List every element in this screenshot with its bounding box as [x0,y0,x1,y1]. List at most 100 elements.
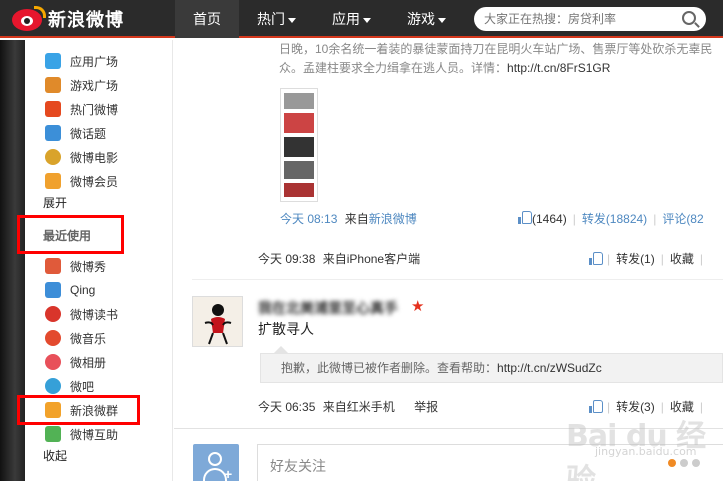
favorite-button[interactable]: 收藏 [670,250,694,268]
game-square-icon [45,77,61,93]
star-icon: ★ [411,298,425,315]
left-sidebar: 应用广场 游戏广场 热门微博 微话题 微博电影 微博会员 展开 最近使用 微博秀… [17,40,173,481]
sidebar-item-label: 热门微博 [70,102,119,117]
recent-heading: 最近使用 [43,229,92,243]
nav-hot-label: 热门 [257,11,285,27]
sidebar-item-photo-album[interactable]: 微相册 [45,352,106,372]
nav-hot[interactable]: 热门 [239,0,314,38]
post-text-line: 日晚，10余名统一着装的暴徒蒙面持刀在昆明火车站广场、售票厅等处砍杀无辜民 [279,42,713,56]
nav-games-label: 游戏 [407,11,435,27]
sidebar-item-label: 微博电影 [70,150,119,165]
search-icon[interactable] [682,11,696,25]
baidu-watermark-url: jingyan.baidu.com [595,445,697,458]
sidebar-item-label: 游戏广场 [70,78,119,93]
repost-link[interactable]: 转发(18824) [582,212,647,226]
friend-follow-placeholder: 好友关注 [270,458,326,474]
weiba-icon [45,378,61,394]
like-icon[interactable] [518,211,532,224]
like-count[interactable]: (1464) [532,212,567,226]
quote-arrow [274,346,288,353]
qing-icon [45,282,61,298]
add-friend-icon[interactable]: + [193,444,239,481]
weibo-eye-icon [10,6,46,32]
sidebar-item-weibo-show[interactable]: 微博秀 [45,256,106,276]
music-icon [45,330,61,346]
movie-icon [45,149,61,165]
sidebar-item-label: 微话题 [70,126,107,141]
sidebar-item-label: 微博会员 [70,174,119,189]
post-image-thumbnail[interactable] [280,88,318,202]
post-from-label: 来自 [344,212,369,226]
vip-icon [45,173,61,189]
avatar-image [193,297,242,346]
post-time[interactable]: 今天 09:38 [258,252,315,266]
sidebar-item-label: 微博秀 [70,259,107,274]
sidebar-item-topic[interactable]: 微话题 [45,123,106,143]
nav-apps-label: 应用 [332,11,360,27]
collapse-link[interactable]: 收起 [43,447,67,464]
quoted-post-box: 抱歉，此微博已被作者删除。查看帮助：http://t.cn/zWSudZc [260,353,723,383]
help-link[interactable]: http://t.cn/zWSudZc [497,361,602,375]
sidebar-item-help[interactable]: 微博互助 [45,424,118,444]
like-icon[interactable] [588,252,603,265]
hot-weibo-icon [45,101,61,117]
sidebar-item-weiqun[interactable]: 新浪微群 [45,400,118,420]
sidebar-item-qing[interactable]: Qing [45,280,95,300]
post-text-line: 众。孟建柱要求全力缉拿在逃人员。详情： [279,61,508,75]
post-time[interactable]: 今天 06:35 [258,400,315,414]
post-source[interactable]: 来自红米手机 [323,400,395,414]
sidebar-item-weiba[interactable]: 微吧 [45,376,94,396]
search-input[interactable] [474,7,669,31]
weibo-logo[interactable]: 新浪微博 [10,6,124,32]
chevron-down-icon [288,17,296,23]
expand-link[interactable]: 展开 [43,194,67,211]
nav-games[interactable]: 游戏 [389,0,464,38]
repost-button[interactable]: 转发(1) [616,250,655,268]
post-author-name[interactable]: 我在北美浦里至心真手 [258,298,398,316]
sidebar-item-app-square[interactable]: 应用广场 [45,51,118,71]
help-icon [45,426,61,442]
post-actions: | 转发(1) | 收藏 | [588,250,709,268]
sidebar-item-movie[interactable]: 微博电影 [45,147,118,167]
nav-apps[interactable]: 应用 [314,0,389,38]
sidebar-item-music[interactable]: 微音乐 [45,328,106,348]
post-text: 扩散寻人 [258,321,314,337]
post-footer: 今天 09:38 来自iPhone客户端 [258,250,420,268]
nav-home[interactable]: 首页 [175,0,239,38]
weibo-show-icon [45,258,61,274]
topic-icon [45,125,61,141]
sidebar-item-hot-weibo[interactable]: 热门微博 [45,99,118,119]
sidebar-item-label: 应用广场 [70,54,119,69]
sidebar-item-game-square[interactable]: 游戏广场 [45,75,118,95]
repost-original-text: 日晚，10余名统一着装的暴徒蒙面持刀在昆明火车站广场、售票厅等处砍杀无辜民 众。… [279,40,719,78]
sidebar-item-vip[interactable]: 微博会员 [45,171,118,191]
post-stats: (1464) | 转发(18824) | 评论(82 [518,210,704,228]
comment-link[interactable]: 评论(82 [662,212,703,226]
nav-home-label: 首页 [193,11,221,27]
app-square-icon [45,53,61,69]
carousel-dot[interactable] [680,459,688,467]
sidebar-item-label: 微博互助 [70,427,119,442]
post-meta: 今天 08:13 来自新浪微博 [280,210,417,228]
post-time[interactable]: 今天 08:13 [280,212,337,226]
deleted-notice: 抱歉，此微博已被作者删除。查看帮助： [281,361,498,375]
sidebar-item-label: 微博读书 [70,307,119,322]
weibo-book-icon [45,306,61,322]
top-navigation-bar: 新浪微博 首页 热门 应用 游戏 [0,0,723,38]
weiqun-icon [45,402,61,418]
post-source[interactable]: 新浪微博 [369,212,417,226]
sidebar-item-weibo-book[interactable]: 微博读书 [45,304,118,324]
post-divider [192,279,723,280]
carousel-dot[interactable] [692,459,700,467]
post-footer: 今天 06:35 来自红米手机 举报 [258,398,438,416]
avatar[interactable] [192,296,243,347]
report-link[interactable]: 举报 [414,400,438,414]
sidebar-item-label: 微相册 [70,355,107,370]
sidebar-item-label: 新浪微群 [70,403,119,418]
post-link[interactable]: http://t.cn/8FrS1GR [507,61,610,75]
carousel-dot-active[interactable] [668,459,676,467]
main-nav: 首页 热门 应用 游戏 [175,0,464,38]
post-source[interactable]: 来自iPhone客户端 [323,252,420,266]
sidebar-item-label: 微吧 [70,379,95,394]
carousel-dots [668,459,704,467]
